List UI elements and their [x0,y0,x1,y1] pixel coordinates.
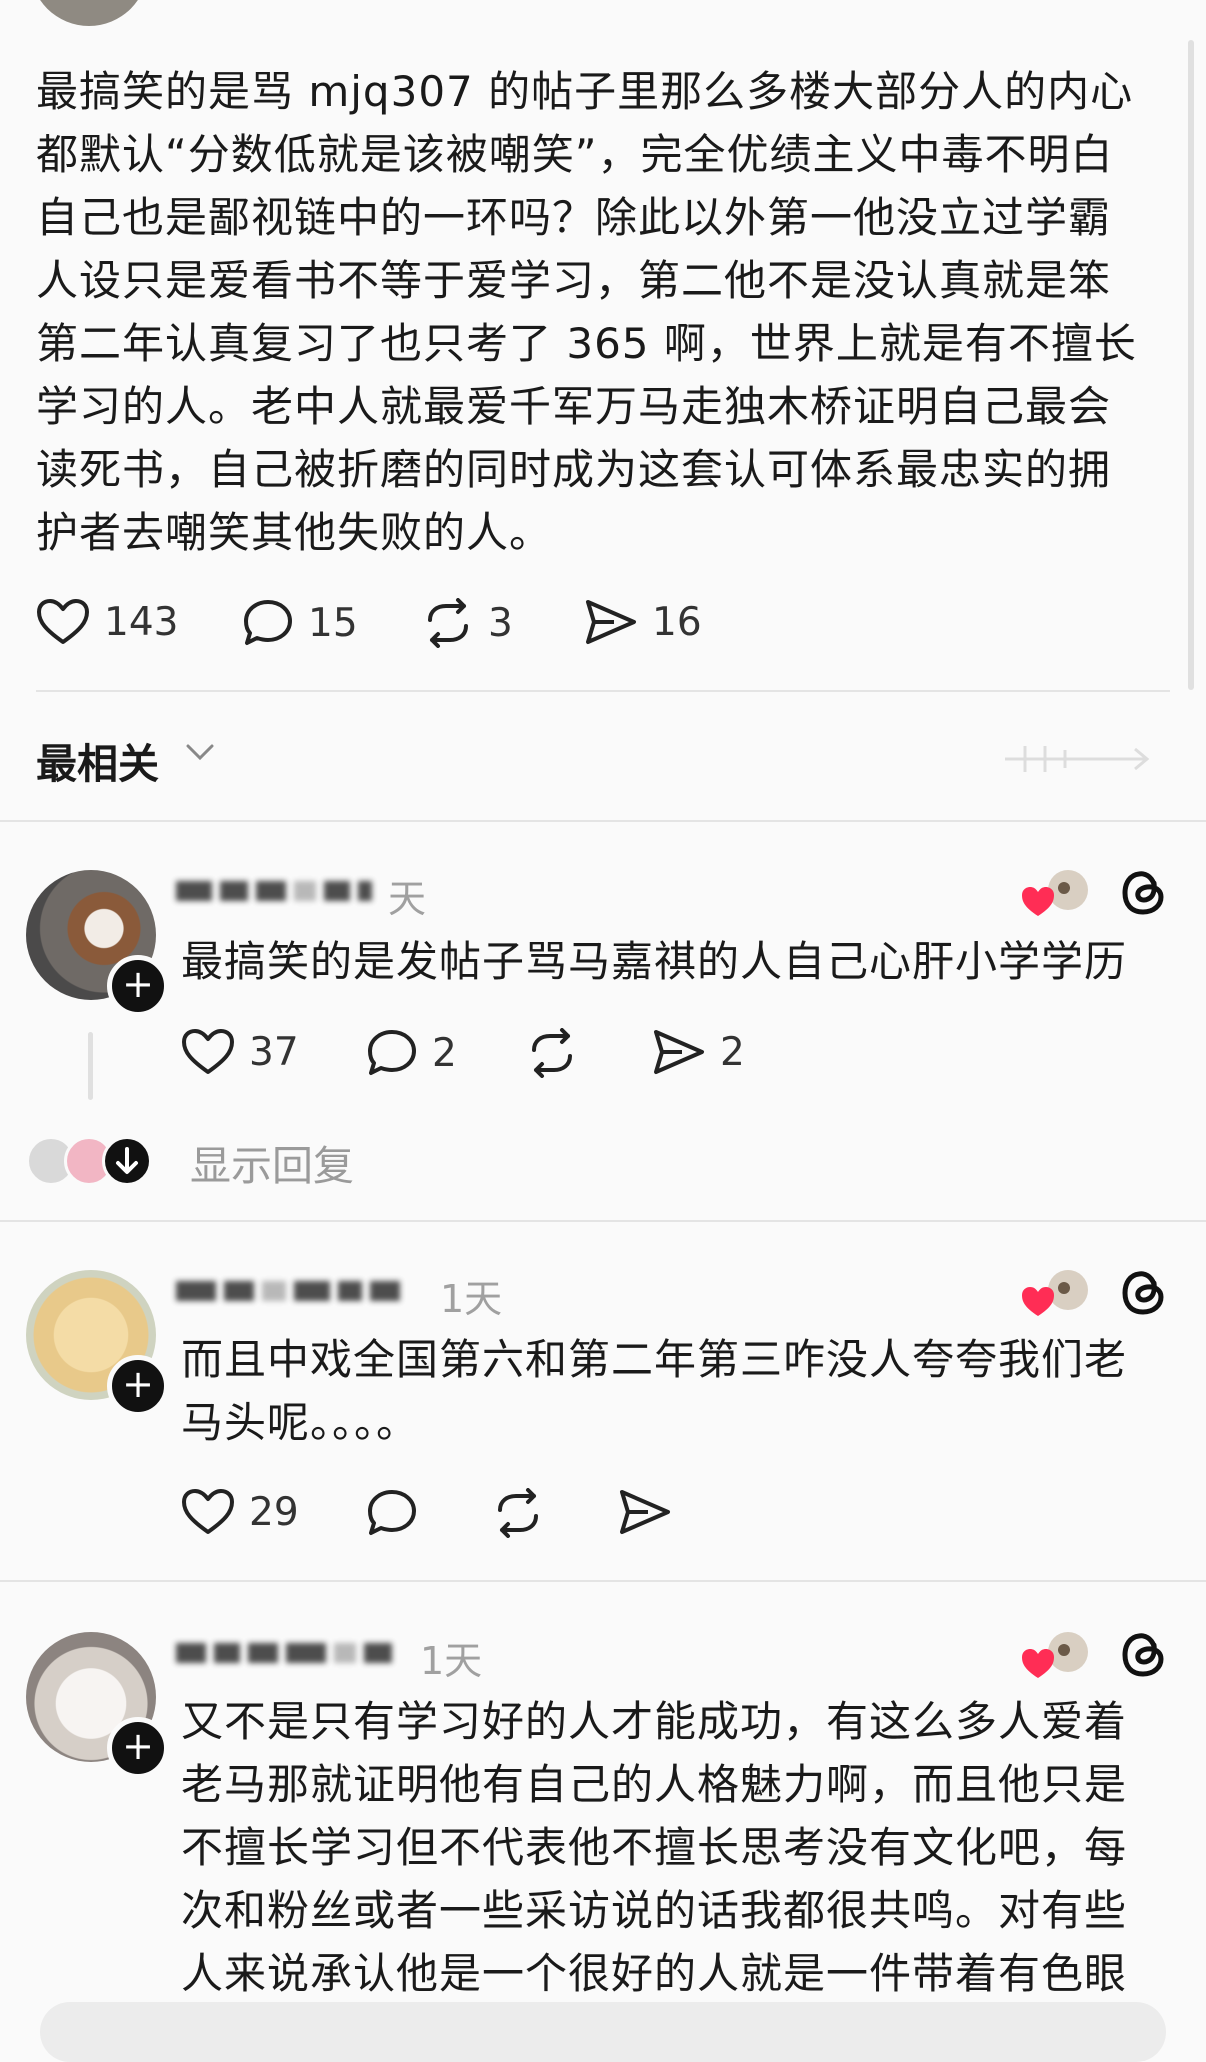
reply-composer-bar[interactable] [40,2002,1166,2062]
post-line: 自己也是鄙视链中的一环吗？除此以外第一他没立过学霸 [36,193,1112,242]
reply-line: 老马那就证明他有自己的人格魅力啊，而且他只是 [181,1760,1128,1809]
post-line: 第二年认真复习了也只考了 365 啊，世界上就是有不擅长 [36,319,1137,368]
threads-icon[interactable] [1118,866,1168,922]
reply-line: 又不是只有学习好的人才能成功，有这么多人爱着 [181,1697,1128,1746]
reply-text: 而且中戏全国第六和第二年第三咋没人夸夸我们老 马头呢。。。。 [181,1328,1181,1454]
share-count: 16 [652,599,702,645]
show-replies-link[interactable]: 显示回复 [190,1132,354,1192]
like-count: 29 [249,1489,299,1535]
reply-comment-button[interactable]: 2 [366,1028,457,1078]
repost-icon [422,598,474,648]
repost-icon [526,1028,578,1078]
plus-icon: + [122,1362,154,1406]
reply-comment-button[interactable] [366,1488,418,1538]
chevron-down-icon[interactable] [186,743,214,765]
post-repost-button[interactable]: 3 [422,598,513,648]
post-author-avatar[interactable] [30,0,148,26]
reply-like-button[interactable]: 37 [181,1028,299,1076]
post-line: 读死书，自己被折磨的同时成为这套认可体系最忠实的拥 [36,445,1112,494]
reply-line: 人来说承认他是一个很好的人就是一件带着有色眼 [181,1949,1128,1998]
post-share-button[interactable]: 16 [584,598,702,646]
scrollbar[interactable] [1188,40,1194,690]
sort-dropdown-label[interactable]: 最相关 [36,730,159,790]
heart-icon [181,1028,235,1076]
comment-count: 15 [308,600,358,646]
divider [0,1580,1206,1582]
reply-time: 1天 [420,1639,483,1683]
view-activity-icon[interactable] [945,742,1165,776]
comment-icon [366,1488,418,1538]
comment-icon [366,1028,418,1078]
heart-reaction-icon [1020,1268,1090,1324]
post-line: 学习的人。老中人就最爱千军万马走独木桥证明自己最会 [36,382,1112,431]
follow-button[interactable]: + [107,1355,169,1417]
follow-button[interactable]: + [107,955,169,1017]
reply-text: 又不是只有学习好的人才能成功，有这么多人爱着 老马那就证明他有自己的人格魅力啊，… [181,1690,1181,2005]
reply-repost-button[interactable] [526,1028,578,1078]
divider [36,690,1170,692]
reply-time: 1天 [440,1277,503,1321]
divider [0,1220,1206,1222]
threads-icon[interactable] [1118,1266,1168,1322]
share-icon [584,598,638,646]
username-blurred[interactable] [176,1642,392,1664]
reply-share-button[interactable]: 2 [652,1028,745,1076]
post-comment-button[interactable]: 15 [242,598,358,648]
comment-icon [242,598,294,648]
reply-share-button[interactable] [618,1488,672,1536]
share-count: 2 [720,1029,745,1075]
reply-time: 天 [388,877,427,921]
post-line: 最搞笑的是骂 mjq307 的帖子里那么多楼大部分人的内心 [36,67,1134,116]
plus-icon: + [122,962,154,1006]
heart-reaction-icon [1020,868,1090,924]
repost-count: 3 [488,600,513,646]
heart-reaction-icon [1020,1630,1090,1686]
post-line: 护者去嘲笑其他失败的人。 [36,508,553,557]
reply-line: 而且中戏全国第六和第二年第三咋没人夸夸我们老 [181,1335,1128,1384]
post-like-button[interactable]: 143 [36,598,178,646]
heart-icon [181,1488,235,1536]
post-body: 最搞笑的是骂 mjq307 的帖子里那么多楼大部分人的内心 都默认“分数低就是该… [36,60,1176,564]
username-blurred[interactable] [176,1280,400,1302]
plus-icon: + [122,1724,154,1768]
repost-icon [492,1488,544,1538]
reply-repost-button[interactable] [492,1488,544,1538]
comment-count: 2 [432,1030,457,1076]
heart-icon [36,598,90,646]
share-icon [652,1028,706,1076]
follow-button[interactable]: + [107,1717,169,1779]
like-count: 143 [104,599,179,645]
reply-line: 不擅长学习但不代表他不擅长思考没有文化吧，每 [181,1823,1128,1872]
threads-icon[interactable] [1118,1628,1168,1684]
like-count: 37 [249,1029,299,1075]
reply-text: 最搞笑的是发帖子骂马嘉祺的人自己心肝小学学历 [181,930,1181,993]
thread-line [88,1032,93,1100]
username-blurred[interactable] [176,880,372,902]
arrow-down-icon[interactable] [102,1136,152,1186]
post-line: 人设只是爱看书不等于爱学习，第二他不是没认真就是笨 [36,256,1112,305]
post-line: 都默认“分数低就是该被嘲笑”，完全优绩主义中毒不明白 [36,130,1114,179]
divider [0,820,1206,822]
reply-line: 马头呢。。。。 [181,1398,420,1447]
share-icon [618,1488,672,1536]
reply-line: 次和粉丝或者一些采访说的话我都很共鸣。对有些 [181,1886,1128,1935]
reply-like-button[interactable]: 29 [181,1488,299,1536]
reply-line: 最搞笑的是发帖子骂马嘉祺的人自己心肝小学学历 [181,937,1128,986]
